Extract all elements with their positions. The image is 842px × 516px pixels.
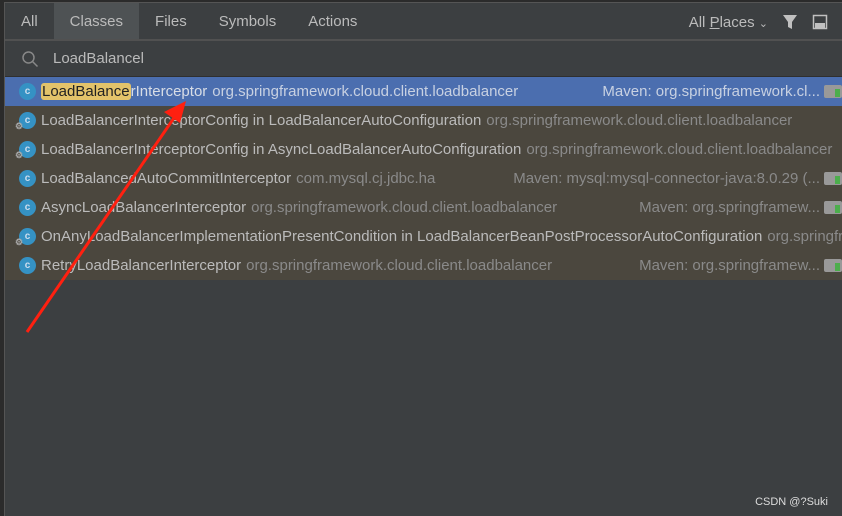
tab-classes[interactable]: Classes	[53, 3, 140, 39]
result-row[interactable]: c ⚙ LoadBalancerInterceptorConfig in LoadB…	[5, 106, 842, 135]
search-bar	[5, 41, 842, 77]
result-name: LoadBalancerInterceptor	[41, 83, 207, 100]
result-name: RetryLoadBalancerInterceptor	[41, 257, 241, 274]
result-row[interactable]: c ⚙ OnAnyLoadBalancerImplementationPresent…	[5, 222, 842, 251]
results-list: c LoadBalancerInterceptor org.springframew…	[5, 77, 842, 280]
result-location: org.springframework.cloud.client.loadbal…	[212, 83, 519, 100]
result-location: org.springframework.cloud.client.loadbal…	[767, 228, 842, 245]
search-everywhere-popup: All Classes Files Symbols Actions All Pl…	[4, 2, 842, 516]
class-icon: c	[19, 199, 36, 216]
result-name: LoadBalancerInterceptorConfig in AsyncLo…	[41, 141, 521, 158]
result-location: org.springframework.cloud.client.loadbal…	[251, 199, 558, 216]
library-icon	[824, 172, 842, 185]
scope-mnemonic: P	[709, 13, 720, 31]
filter-icon[interactable]	[782, 14, 798, 30]
gear-overlay-icon: ⚙	[15, 150, 24, 160]
tab-all[interactable]: All	[5, 3, 54, 39]
class-icon: c ⚙	[15, 112, 36, 131]
result-name-text: OnAnyLoadBalancerImplementationPresentCo…	[41, 228, 763, 245]
result-name-text: rInterceptor	[130, 83, 208, 100]
result-name: OnAnyLoadBalancerImplementationPresentCo…	[41, 228, 762, 245]
watermark: CSDN @?Suki	[755, 496, 828, 508]
tab-files[interactable]: Files	[139, 3, 203, 39]
result-name-text: LoadBalancedAutoCommitInterceptor	[41, 170, 292, 187]
scope-label: All	[688, 13, 710, 31]
gear-overlay-icon: ⚙	[15, 237, 24, 247]
result-name: LoadBalancerInterceptorConfig in LoadBal…	[41, 112, 481, 129]
tab-bar: All Classes Files Symbols Actions All Pl…	[5, 3, 842, 41]
search-input[interactable]	[53, 50, 653, 67]
scope-dropdown[interactable]: All Places ⌄	[689, 14, 768, 31]
result-library: Maven: org.springframew...	[639, 257, 820, 274]
scope-label-rest: laces	[719, 13, 755, 31]
result-row[interactable]: c ⚙ LoadBalancerInterceptorConfig in Async…	[5, 135, 842, 164]
tab-actions[interactable]: Actions	[292, 3, 373, 39]
result-name-text: RetryLoadBalancerInterceptor	[41, 257, 242, 274]
result-library: Maven: org.springframew...	[639, 199, 820, 216]
result-row[interactable]: c LoadBalancerInterceptor org.springframew…	[5, 77, 842, 106]
result-row[interactable]: c RetryLoadBalancerInterceptor org.springf…	[5, 251, 842, 280]
tab-symbols[interactable]: Symbols	[203, 3, 293, 39]
gear-overlay-icon: ⚙	[15, 121, 24, 131]
result-name-text: AsyncLoadBalancerInterceptor	[41, 199, 247, 216]
result-location: org.springframework.cloud.client.loadbal…	[246, 257, 553, 274]
result-row[interactable]: c LoadBalancedAutoCommitInterceptor com.my…	[5, 164, 842, 193]
chevron-down-icon: ⌄	[758, 17, 768, 30]
open-in-window-icon[interactable]	[812, 14, 828, 30]
class-icon: c	[19, 170, 36, 187]
result-name-text: LoadBalancerInterceptorConfig in AsyncLo…	[41, 141, 522, 158]
result-library: Maven: mysql:mysql-connector-java:8.0.29…	[513, 170, 820, 187]
result-name: AsyncLoadBalancerInterceptor	[41, 199, 246, 216]
library-icon	[824, 259, 842, 272]
result-name: LoadBalancedAutoCommitInterceptor	[41, 170, 291, 187]
result-library: Maven: org.springframework.cl...	[592, 83, 820, 100]
library-icon	[824, 201, 842, 214]
result-name-text: LoadBalancerInterceptorConfig in LoadBal…	[41, 112, 482, 129]
result-row[interactable]: c AsyncLoadBalancerInterceptor org.springf…	[5, 193, 842, 222]
match-highlight: LoadBalance	[41, 83, 131, 100]
class-icon: c ⚙	[15, 141, 36, 160]
result-location: org.springframework.cloud.client.loadbal…	[526, 141, 833, 158]
class-icon: c ⚙	[15, 228, 36, 247]
result-location: com.mysql.cj.jdbc.ha	[296, 170, 436, 187]
class-icon: c	[19, 257, 36, 274]
result-location: org.springframework.cloud.client.loadbal…	[486, 112, 793, 129]
class-icon: c	[19, 83, 36, 100]
search-icon	[22, 50, 39, 67]
library-icon	[824, 85, 842, 98]
